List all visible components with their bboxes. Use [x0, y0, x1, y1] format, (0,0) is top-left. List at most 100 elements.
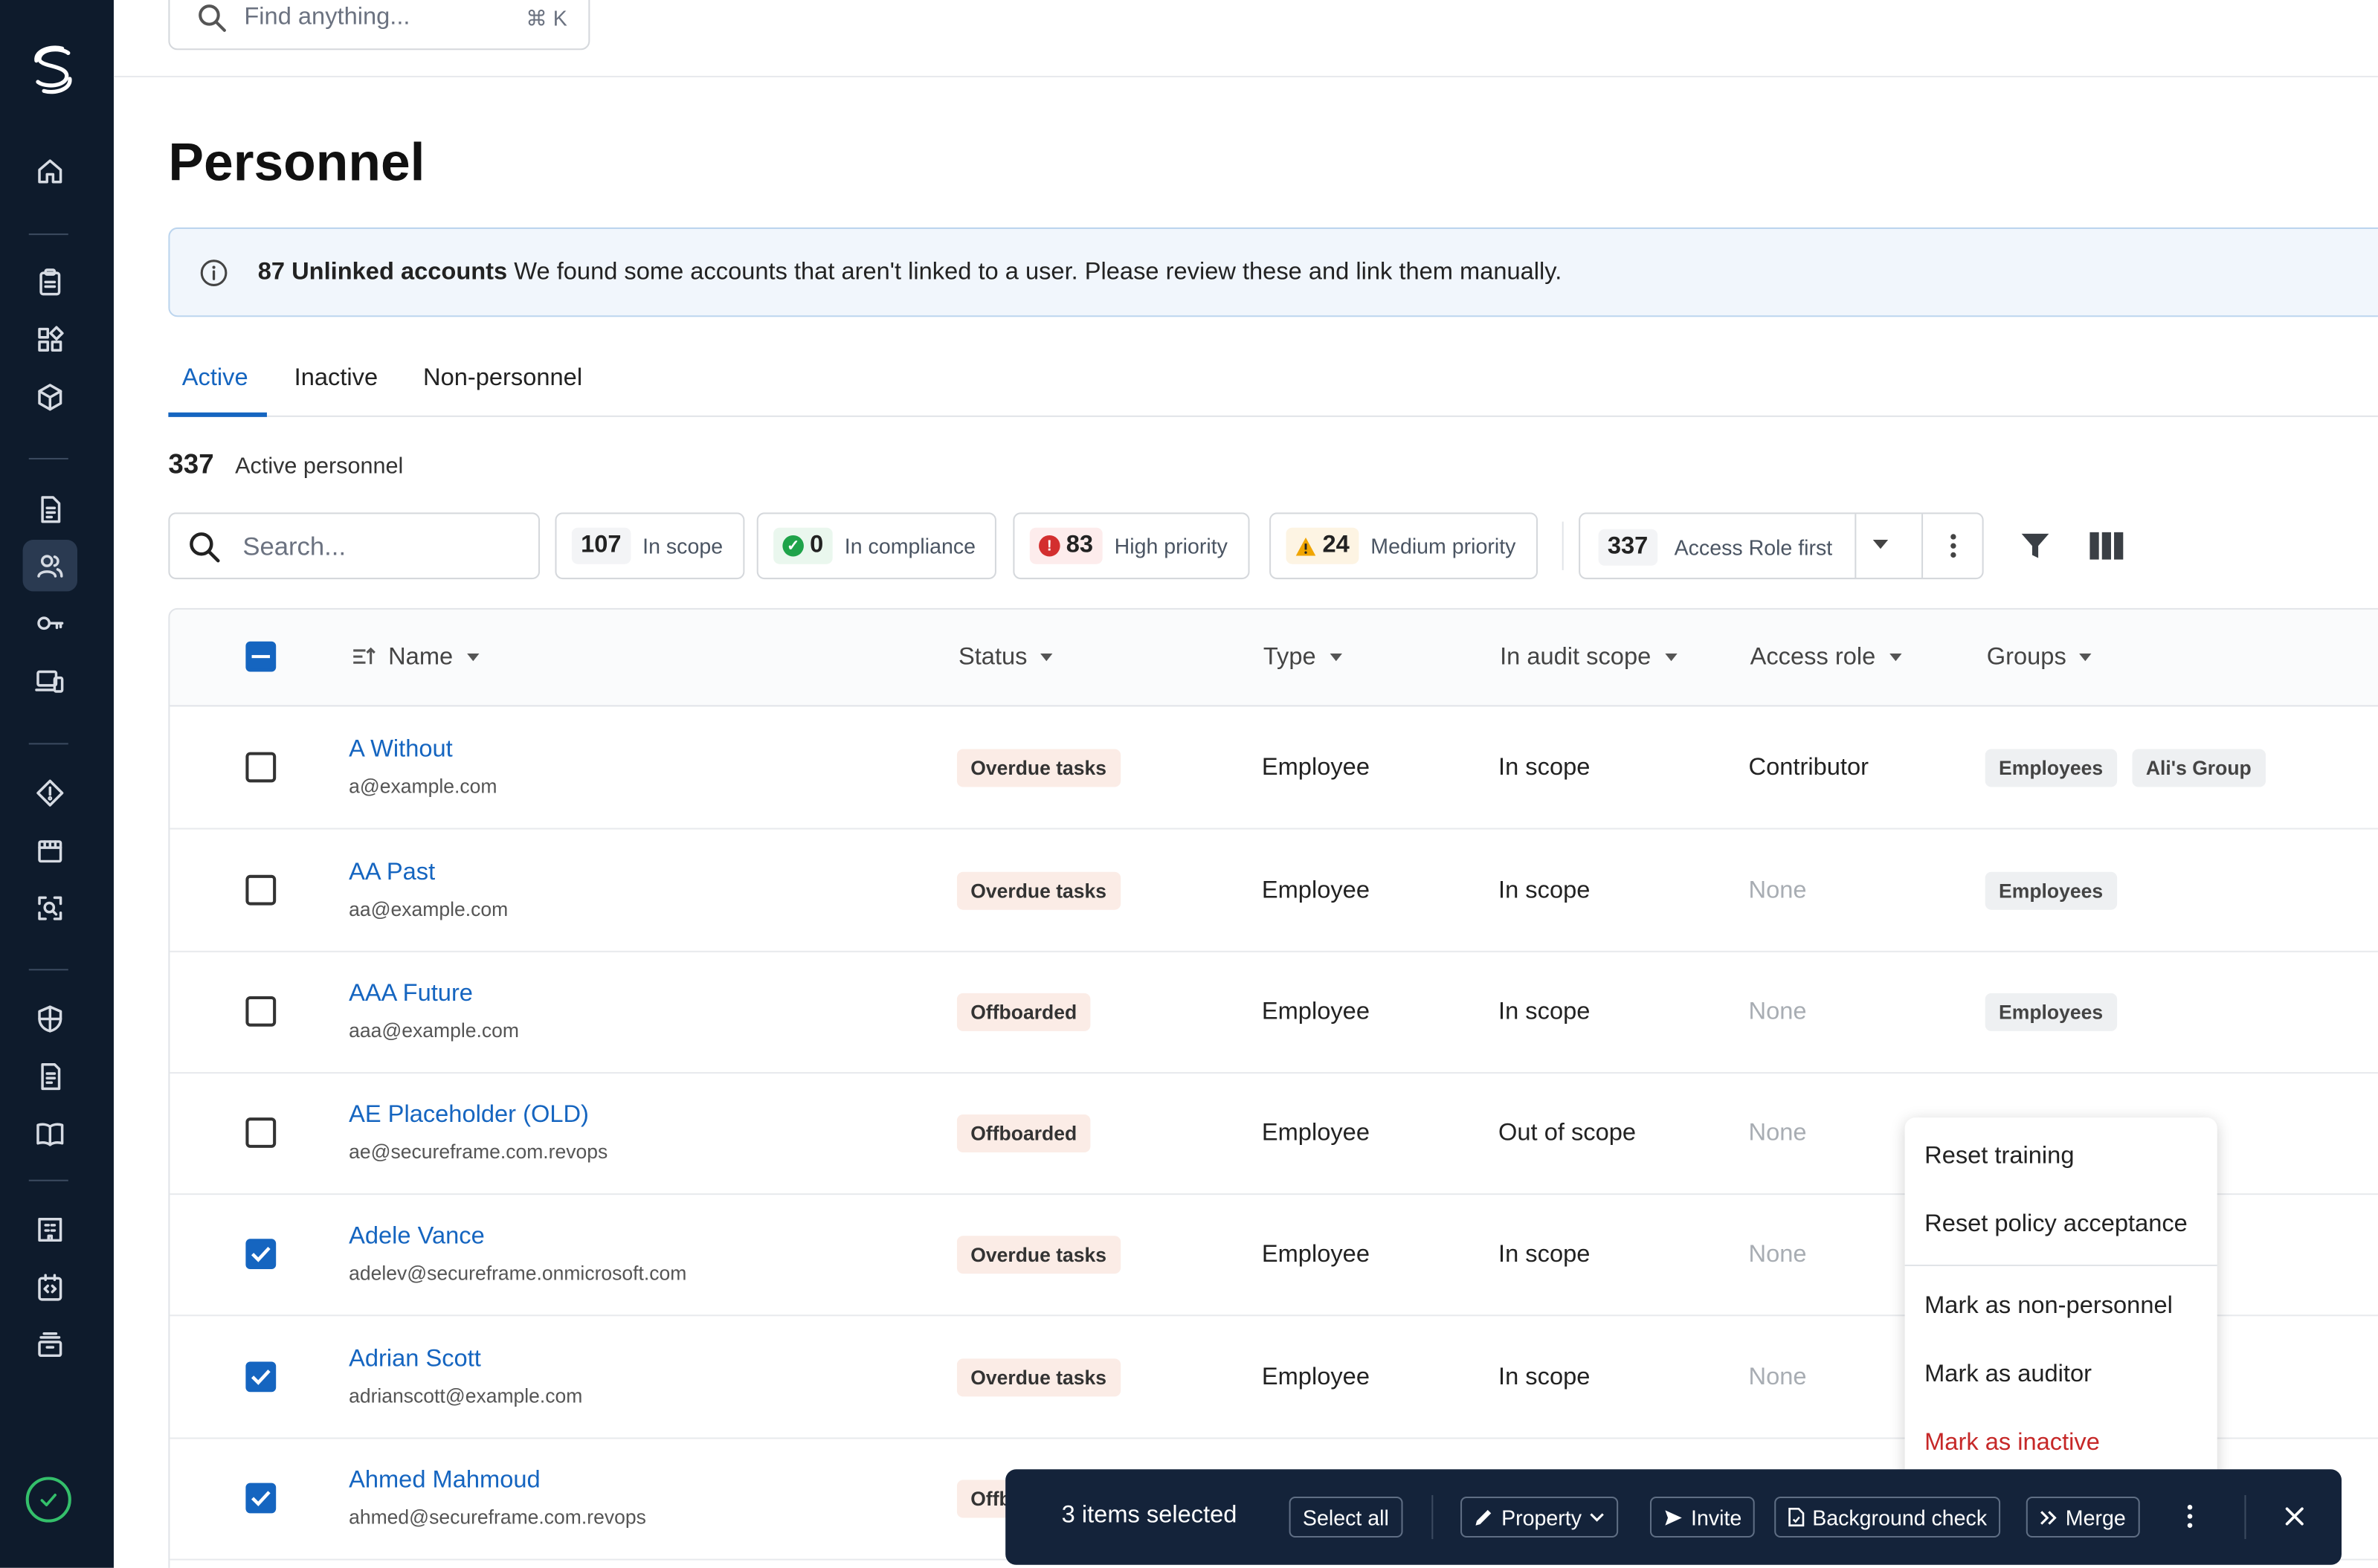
home-icon[interactable]	[33, 155, 67, 188]
cube-icon[interactable]	[33, 381, 67, 414]
scan-icon[interactable]	[33, 891, 67, 925]
audit-scope-cell: In scope	[1498, 877, 1591, 904]
row-checkbox[interactable]	[245, 1239, 277, 1270]
document-list-icon[interactable]	[33, 493, 67, 526]
menu-item-mark-non-personnel[interactable]: Mark as non-personnel	[1924, 1294, 2173, 1321]
sidebar-divider	[28, 969, 68, 971]
tab-inactive[interactable]: Inactive	[294, 366, 378, 393]
row-checkbox[interactable]	[245, 874, 277, 906]
merge-button[interactable]: Merge	[2026, 1496, 2140, 1538]
column-header-status[interactable]: Status	[958, 645, 1054, 672]
person-name-link[interactable]: Adrian Scott	[349, 1346, 481, 1374]
checkmark-icon	[251, 1369, 271, 1385]
filter-count: 107	[571, 527, 631, 564]
access-role-cell: None	[1748, 1242, 1807, 1268]
audit-scope-cell: In scope	[1498, 999, 1591, 1025]
background-check-button[interactable]: Background check	[1774, 1496, 2001, 1538]
person-email: a@example.com	[349, 775, 497, 798]
info-icon	[200, 259, 228, 286]
person-name-link[interactable]: Adele Vance	[349, 1224, 485, 1251]
chevron-down-icon[interactable]	[1872, 540, 1889, 549]
menu-item-reset-policy-acceptance[interactable]: Reset policy acceptance	[1924, 1212, 2188, 1239]
access-role-cell: None	[1748, 877, 1807, 904]
row-checkbox[interactable]	[245, 1482, 277, 1514]
table-row[interactable]: A Without a@example.com Overdue tasks Em…	[170, 706, 2378, 830]
select-all-checkbox[interactable]	[245, 641, 277, 672]
column-header-groups[interactable]: Groups	[1987, 645, 2092, 672]
tab-non-personnel[interactable]: Non-personnel	[423, 366, 582, 393]
person-name-link[interactable]: A Without	[349, 737, 453, 764]
clipboard-icon[interactable]	[33, 265, 67, 299]
building-icon[interactable]	[33, 1213, 67, 1247]
audit-scope-cell: In scope	[1498, 1364, 1591, 1391]
row-checkbox[interactable]	[245, 752, 277, 783]
type-cell: Employee	[1261, 1120, 1370, 1146]
book-icon[interactable]	[33, 1117, 67, 1151]
filter-high-priority[interactable]: ! 83 High priority	[1013, 512, 1249, 580]
document-icon	[1788, 1507, 1805, 1527]
combo-divider	[1921, 514, 1924, 578]
banner-text: We found some accounts that aren't linke…	[507, 259, 1562, 285]
filter-medium-priority[interactable]: 24 Medium priority	[1269, 512, 1538, 580]
columns-icon[interactable]	[2088, 531, 2124, 561]
filter-icon[interactable]	[2019, 529, 2052, 563]
sort-selector[interactable]: 337 Access Role first	[1579, 512, 1984, 580]
filter-in-scope[interactable]: 107 In scope	[555, 512, 744, 580]
status-badge: Overdue tasks	[956, 1236, 1121, 1274]
integration-code-icon[interactable]	[33, 1271, 67, 1304]
access-role-cell: None	[1748, 1364, 1807, 1391]
filter-in-compliance[interactable]: ✓ 0 In compliance	[756, 512, 997, 580]
group-tag: Employees	[1985, 749, 2117, 787]
column-header-access-role[interactable]: Access role	[1750, 645, 1901, 672]
more-vertical-icon[interactable]	[1944, 531, 1962, 561]
shield-icon[interactable]	[33, 1002, 67, 1036]
property-button[interactable]: Property	[1460, 1496, 1618, 1538]
filter-count: 24	[1322, 532, 1350, 558]
group-tag: Ali's Group	[2132, 749, 2266, 787]
column-header-type[interactable]: Type	[1263, 645, 1342, 672]
row-checkbox[interactable]	[245, 1117, 277, 1148]
tab-active[interactable]: Active	[182, 366, 248, 393]
caret-down-icon	[466, 654, 479, 662]
people-icon[interactable]	[33, 549, 67, 582]
sort-icon[interactable]	[352, 646, 376, 668]
person-name-link[interactable]: AAA Future	[349, 981, 473, 1009]
health-check-icon[interactable]	[25, 1477, 71, 1523]
button-label: Select all	[1302, 1505, 1389, 1529]
global-search[interactable]: Find anything... ⌘ K	[168, 0, 590, 51]
row-checkbox[interactable]	[245, 996, 277, 1027]
table-row[interactable]: AA Past aa@example.com Overdue tasks Emp…	[170, 830, 2378, 952]
column-header-name[interactable]: Name	[388, 645, 479, 672]
table-row[interactable]: AAA Future aaa@example.com Offboarded Em…	[170, 951, 2378, 1074]
menu-item-reset-training[interactable]: Reset training	[1924, 1143, 2074, 1171]
personnel-count-label: Active personnel	[235, 453, 404, 480]
menu-item-mark-inactive[interactable]: Mark as inactive	[1924, 1430, 2100, 1457]
person-email: aaa@example.com	[349, 1019, 519, 1042]
widgets-icon[interactable]	[33, 323, 67, 356]
sidebar-divider	[28, 457, 68, 459]
person-name-link[interactable]: AA Past	[349, 859, 435, 887]
more-vertical-icon[interactable]	[2184, 1500, 2196, 1533]
personnel-search-input[interactable]: Search...	[168, 512, 541, 580]
access-role-cell: None	[1748, 1120, 1807, 1146]
person-name-link[interactable]: Ahmed Mahmoud	[349, 1468, 541, 1495]
vendor-store-icon[interactable]	[33, 834, 67, 868]
invite-button[interactable]: Invite	[1649, 1496, 1756, 1538]
menu-item-mark-auditor[interactable]: Mark as auditor	[1924, 1361, 2092, 1389]
risk-diamond-icon[interactable]	[33, 776, 67, 810]
close-icon[interactable]	[2284, 1506, 2305, 1527]
devices-icon[interactable]	[33, 664, 67, 697]
active-tab-indicator	[168, 412, 267, 417]
select-all-button[interactable]: Select all	[1289, 1496, 1403, 1538]
row-checkbox[interactable]	[245, 1361, 277, 1393]
column-label: In audit scope	[1500, 644, 1652, 671]
alert-circle-icon: !	[1039, 535, 1060, 557]
secureframe-logo-icon[interactable]	[30, 45, 76, 94]
key-icon[interactable]	[33, 607, 67, 640]
banner-title[interactable]: 87 Unlinked accounts	[258, 259, 507, 285]
policy-document-icon[interactable]	[33, 1060, 67, 1094]
column-header-audit-scope[interactable]: In audit scope	[1500, 645, 1677, 672]
archive-icon[interactable]	[33, 1329, 67, 1362]
person-name-link[interactable]: AE Placeholder (OLD)	[349, 1103, 589, 1130]
page-title: Personnel	[168, 133, 425, 193]
